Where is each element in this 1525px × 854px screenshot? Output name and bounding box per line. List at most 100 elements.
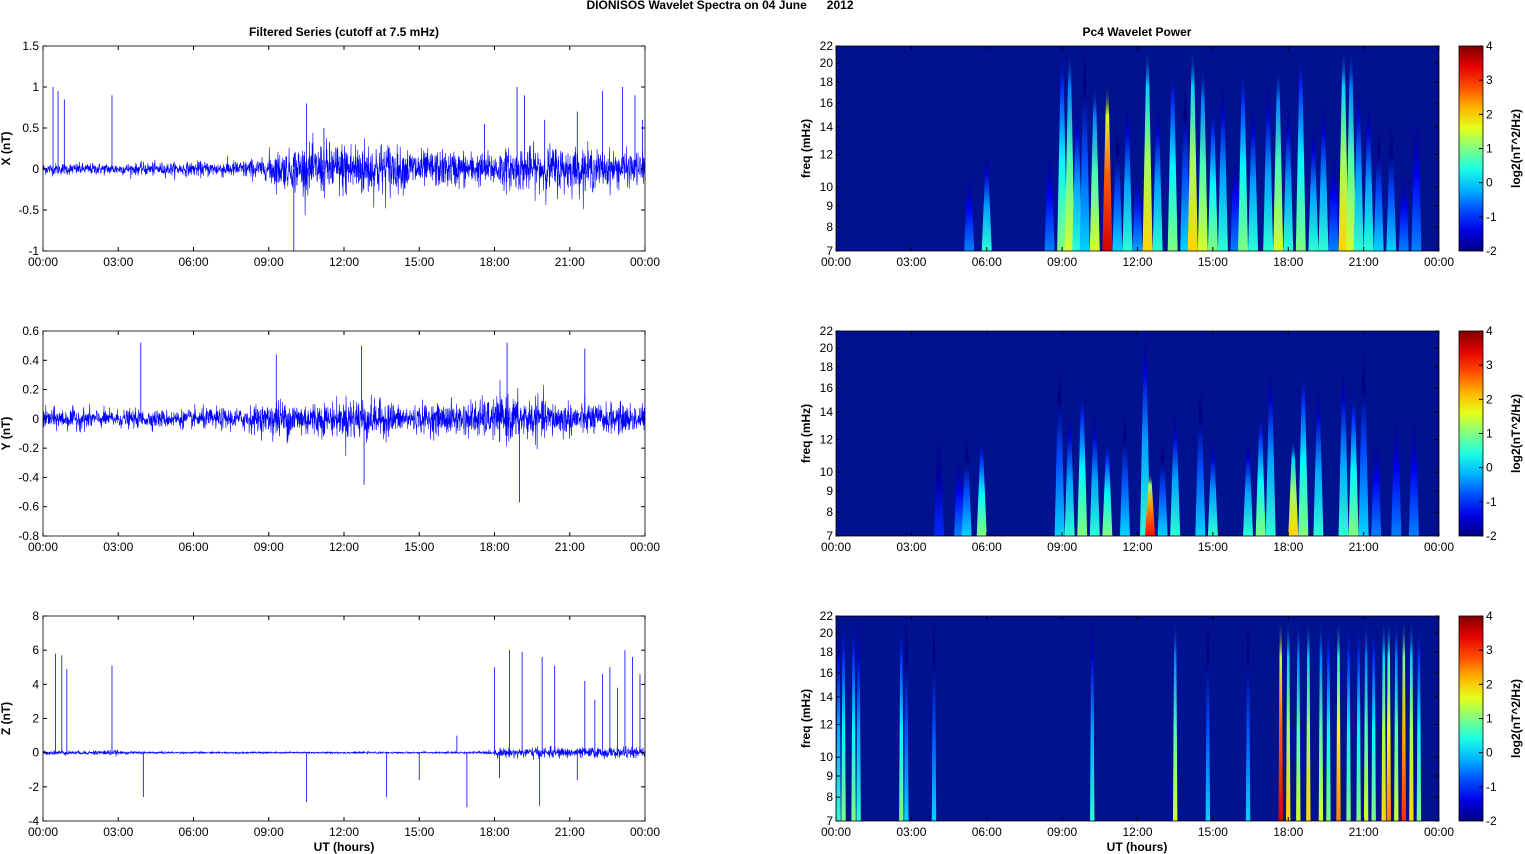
x-tick-label: 18:00 <box>1273 825 1303 839</box>
colorbar-tick-label: 2 <box>1486 392 1493 406</box>
y-tick-label: 12 <box>820 433 834 447</box>
y-tick-label: 10 <box>820 465 834 479</box>
y-axis-label: freq (mHz) <box>799 119 813 178</box>
colorbar-label: log2(nT^2/Hz) <box>1509 109 1523 188</box>
colorbar: -2 -1 0 1 2 3 4 log2(nT^2/Hz) <box>1458 324 1523 543</box>
x-tick-label: 09:00 <box>254 255 284 269</box>
x-tick-label: 00:00 <box>821 540 851 554</box>
y-tick-label: 9 <box>826 769 833 783</box>
y-tick-label: 20 <box>820 626 834 640</box>
y-tick-label: 10 <box>820 180 834 194</box>
x-tick-label: 00:00 <box>1424 255 1454 269</box>
wavelet-panel-2: 78910121416182022freq (mHz)00:00 03:00 06:… <box>799 324 1523 554</box>
x-tick-label: 09:00 <box>1047 255 1077 269</box>
y-tick-label: 8 <box>826 505 833 519</box>
x-tick-label: 00:00 <box>28 825 58 839</box>
colorbar-tick-label: -2 <box>1486 529 1497 543</box>
colorbar-tick-label: -1 <box>1486 210 1497 224</box>
y-tick-label: 12 <box>820 148 834 162</box>
y-tick-label: 20 <box>820 341 834 355</box>
y-tick-label: 0.2 <box>22 383 39 397</box>
y-tick-label: 18 <box>820 645 834 659</box>
x-tick-label: 00:00 <box>630 255 660 269</box>
y-tick-label: 1 <box>32 80 39 94</box>
figure-title: DIONISOS Wavelet Spectra on 04 June 2012 <box>587 0 854 12</box>
y-tick-label: 9 <box>826 484 833 498</box>
y-tick-label: -0.5 <box>18 203 39 217</box>
x-tick-label: 12:00 <box>1122 540 1152 554</box>
x-tick-label: 03:00 <box>103 825 133 839</box>
x-tick-label: 21:00 <box>555 540 585 554</box>
colorbar: -2 -1 0 1 2 3 4 log2(nT^2/Hz) <box>1458 39 1523 258</box>
right-xlabel: UT (hours) <box>1107 840 1168 854</box>
colorbar-tick-label: -1 <box>1486 780 1497 794</box>
x-tick-label: 21:00 <box>555 825 585 839</box>
heatmap-background <box>836 331 1439 536</box>
y-tick-label: 0.6 <box>22 324 39 338</box>
x-tick-label: 18:00 <box>1273 255 1303 269</box>
x-tick-label: 06:00 <box>178 255 208 269</box>
x-tick-label: 12:00 <box>329 255 359 269</box>
x-tick-label: 09:00 <box>1047 540 1077 554</box>
colorbar-tick-label: 0 <box>1486 746 1493 760</box>
y-tick-label: 16 <box>820 666 834 680</box>
y-axis-label: Z (nT) <box>0 702 13 735</box>
colorbar-tick-label: 4 <box>1486 324 1493 338</box>
y-tick-label: 9 <box>826 199 833 213</box>
x-tick-label: 09:00 <box>254 540 284 554</box>
y-tick-label: 22 <box>820 609 834 623</box>
left-column-title: Filtered Series (cutoff at 7.5 mHz) <box>249 25 439 39</box>
right-column-title: Pc4 Wavelet Power <box>1083 25 1192 39</box>
y-tick-label: 14 <box>820 690 834 704</box>
colorbar-tick-label: 2 <box>1486 107 1493 121</box>
y-tick-label: 16 <box>820 381 834 395</box>
x-tick-label: 12:00 <box>1122 255 1152 269</box>
trace-line <box>42 132 646 216</box>
timeseries-panel-X: -1-0.500.511.5X (nT)00:00 03:00 06:00 09:00… <box>0 39 660 269</box>
x-tick-label: 21:00 <box>555 255 585 269</box>
x-tick-label: 00:00 <box>821 255 851 269</box>
axes-box <box>42 45 646 252</box>
y-tick-label: 16 <box>820 96 834 110</box>
y-tick-label: 18 <box>820 360 834 374</box>
x-tick-label: 06:00 <box>178 540 208 554</box>
x-tick-label: 03:00 <box>103 540 133 554</box>
x-tick-label: 12:00 <box>1122 825 1152 839</box>
colorbar: -2 -1 0 1 2 3 4 log2(nT^2/Hz) <box>1458 609 1523 828</box>
y-tick-label: 8 <box>826 790 833 804</box>
x-tick-label: 00:00 <box>1424 825 1454 839</box>
y-tick-label: 10 <box>820 750 834 764</box>
x-tick-label: 15:00 <box>404 255 434 269</box>
axes-box <box>42 330 646 537</box>
y-tick-label: 0.4 <box>22 353 39 367</box>
timeseries-panel-Z: -4-202468Z (nT)00:00 03:00 06:00 09:00 12:00… <box>0 609 660 839</box>
x-tick-label: 18:00 <box>479 540 509 554</box>
x-tick-label: 03:00 <box>896 540 926 554</box>
y-axis-label: Y (nT) <box>0 417 13 451</box>
x-tick-label: 06:00 <box>972 825 1002 839</box>
x-tick-label: 18:00 <box>479 825 509 839</box>
colorbar-tick-label: 0 <box>1486 176 1493 190</box>
x-tick-label: 00:00 <box>28 255 58 269</box>
colorbar-label: log2(nT^2/Hz) <box>1509 679 1523 758</box>
y-tick-label: 20 <box>820 56 834 70</box>
y-tick-label: 4 <box>32 677 39 691</box>
colorbar-tick-label: -1 <box>1486 495 1497 509</box>
colorbar-tick-label: 3 <box>1486 643 1493 657</box>
y-tick-label: 18 <box>820 75 834 89</box>
x-tick-label: 15:00 <box>1198 540 1228 554</box>
colorbar-tick-label: 1 <box>1486 427 1493 441</box>
x-tick-label: 06:00 <box>972 255 1002 269</box>
x-tick-label: 06:00 <box>178 825 208 839</box>
wavelet-panel-3: 78910121416182022freq (mHz)00:00 03:00 06:… <box>799 609 1523 839</box>
figure: DIONISOS Wavelet Spectra on 04 June 2012… <box>0 0 1523 854</box>
y-tick-label: 8 <box>826 220 833 234</box>
y-tick-label: 1.5 <box>22 39 39 53</box>
colorbar-tick-label: 1 <box>1486 142 1493 156</box>
x-tick-label: 00:00 <box>630 825 660 839</box>
x-tick-label: 00:00 <box>630 540 660 554</box>
colorbar-tick-label: 3 <box>1486 358 1493 372</box>
colorbar-tick-label: 1 <box>1486 712 1493 726</box>
x-tick-label: 15:00 <box>404 540 434 554</box>
y-tick-label: 14 <box>820 405 834 419</box>
